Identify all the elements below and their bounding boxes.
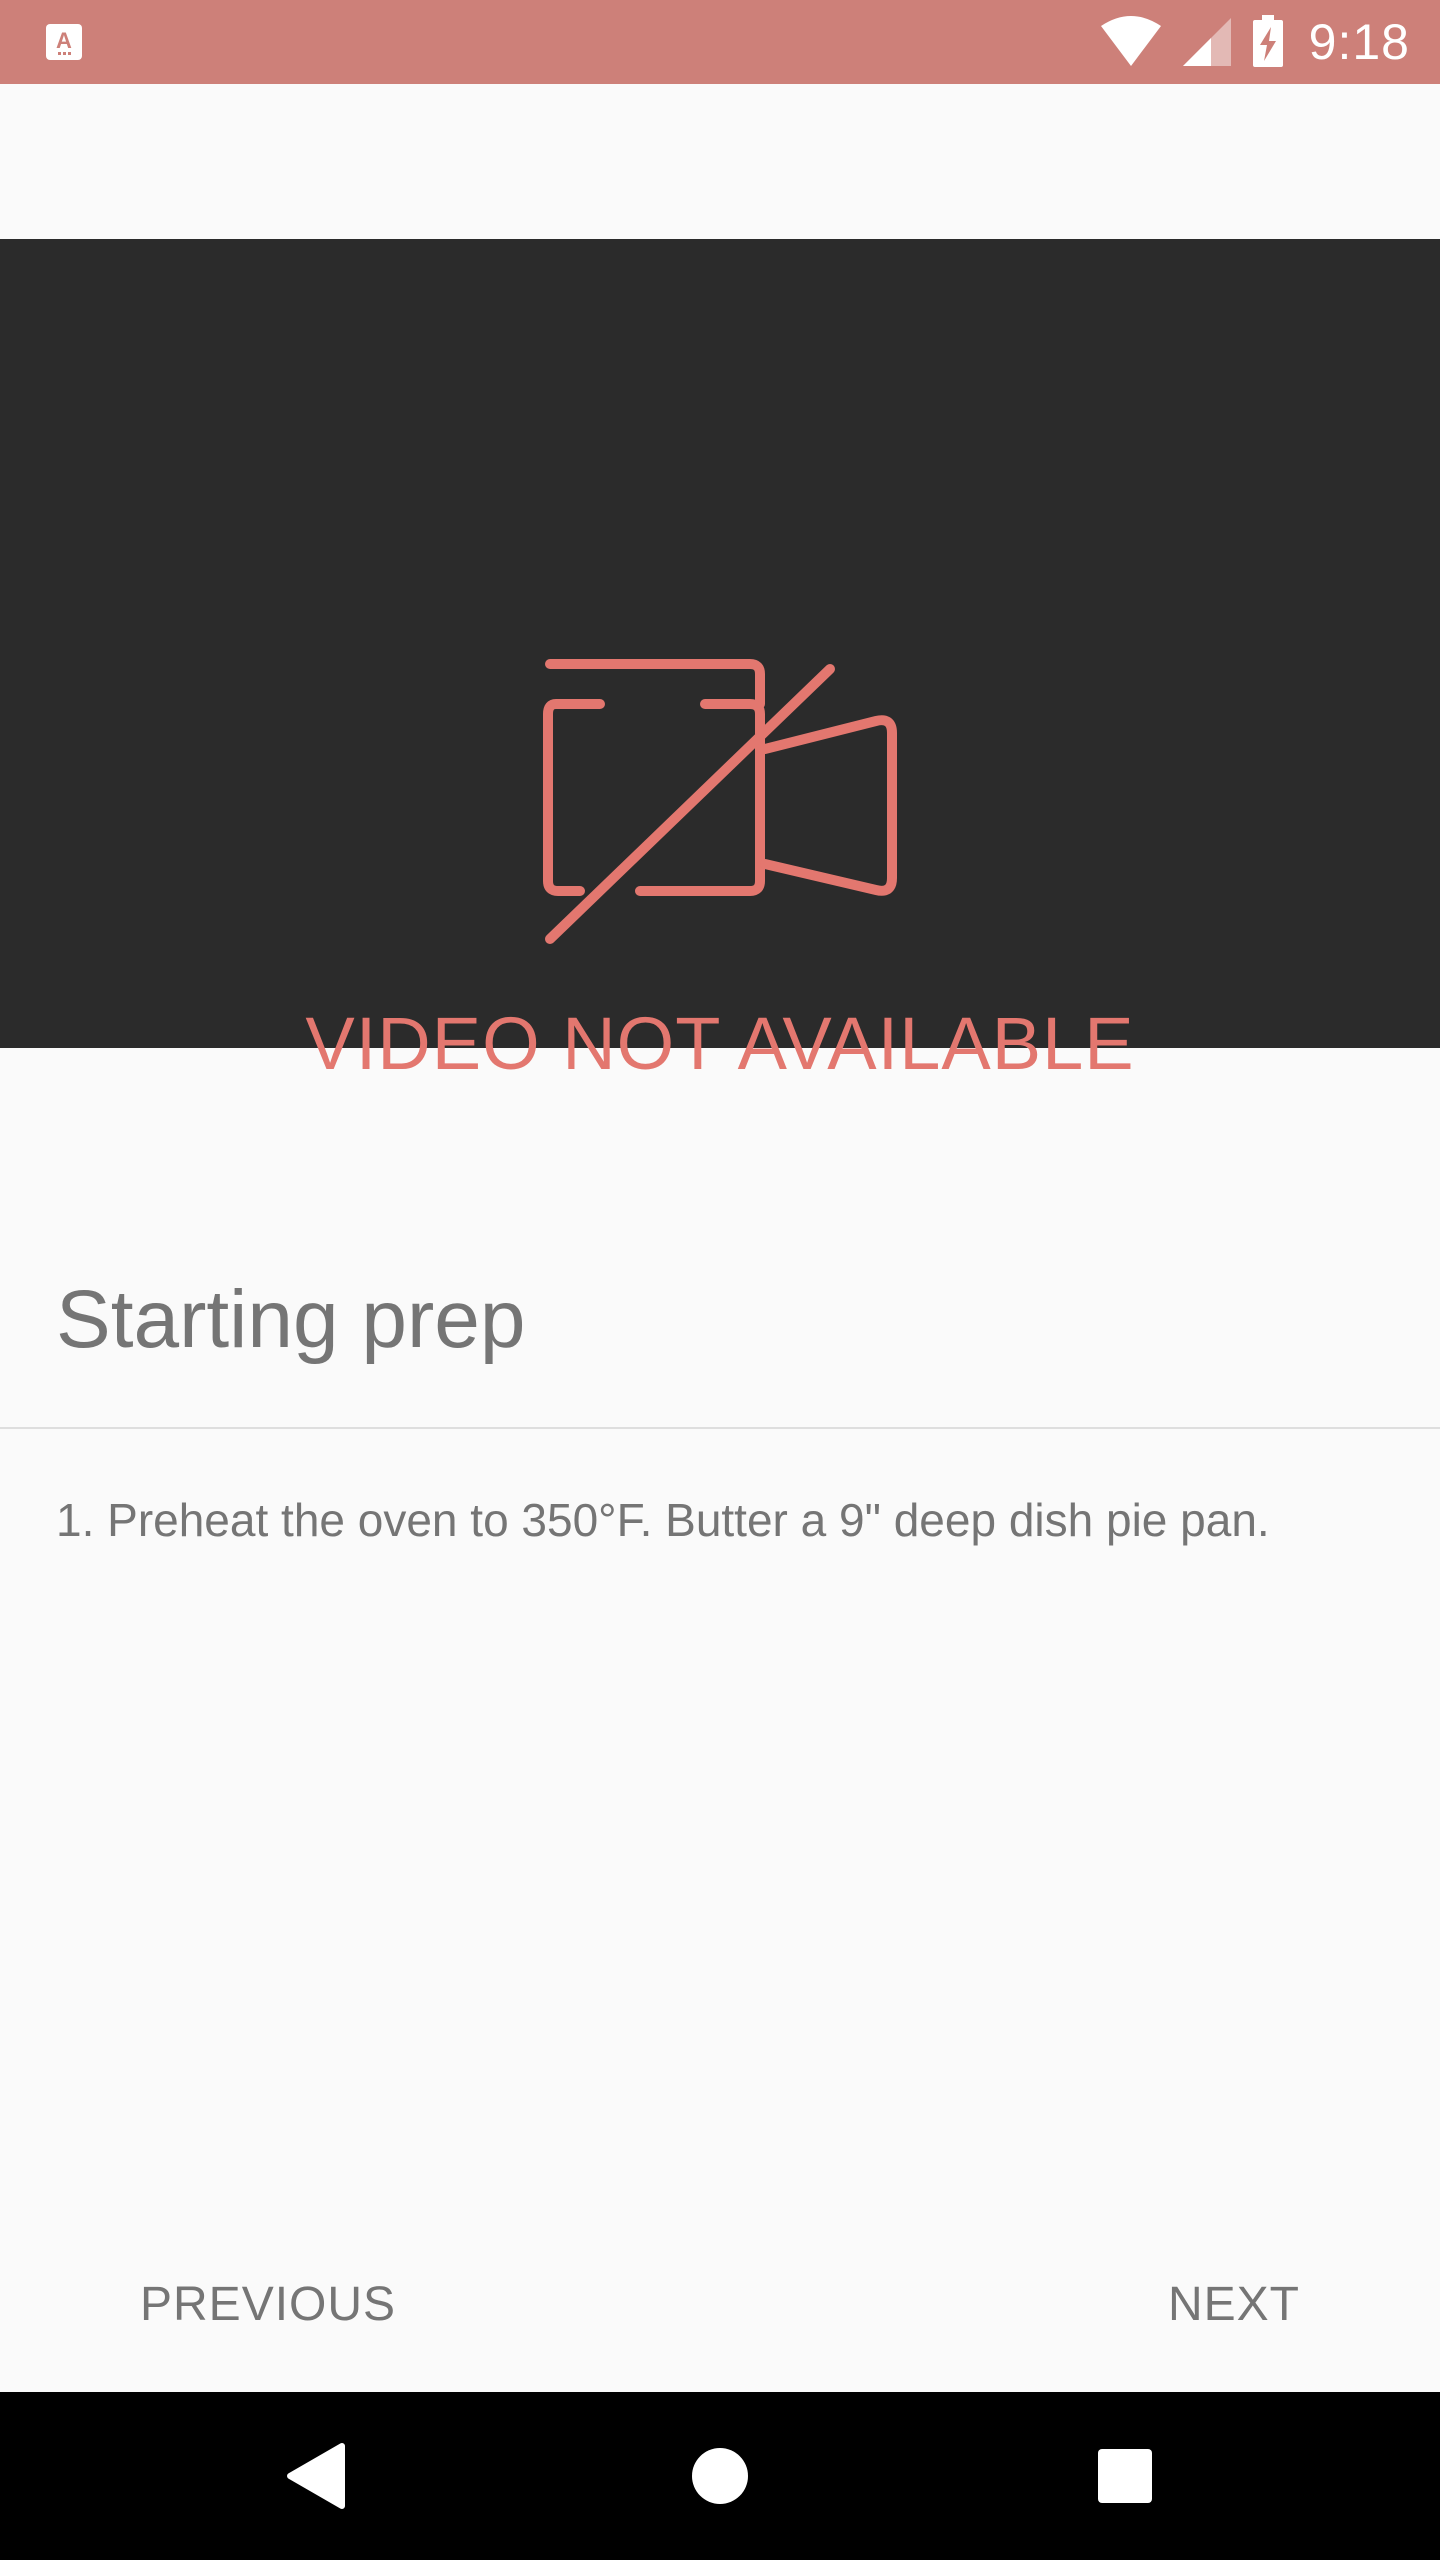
svg-text:A: A xyxy=(56,28,72,53)
video-off-icon xyxy=(543,659,897,944)
cellular-signal-icon xyxy=(1182,18,1231,66)
recents-icon[interactable] xyxy=(1085,2436,1165,2516)
divider xyxy=(0,1427,1440,1429)
wifi-icon xyxy=(1100,16,1161,66)
video-player: VIDEO NOT AVAILABLE xyxy=(0,239,1440,1085)
step-description: 1. Preheat the oven to 350°F. Butter a 9… xyxy=(56,1494,1270,1546)
back-icon[interactable] xyxy=(276,2436,356,2516)
previous-button[interactable]: PREVIOUS xyxy=(140,2270,396,2340)
step-title: Starting prep xyxy=(56,1274,526,1365)
app-notification-icon: A xyxy=(46,24,82,60)
status-time: 9:18 xyxy=(1308,14,1410,70)
battery-charging-icon xyxy=(1252,15,1283,67)
video-unavailable-message: VIDEO NOT AVAILABLE xyxy=(305,1002,1135,1085)
system-navigation-bar xyxy=(0,2392,1440,2560)
home-icon[interactable] xyxy=(680,2436,760,2516)
next-button[interactable]: NEXT xyxy=(1168,2270,1300,2340)
status-bar: A 9:18 xyxy=(0,0,1440,84)
